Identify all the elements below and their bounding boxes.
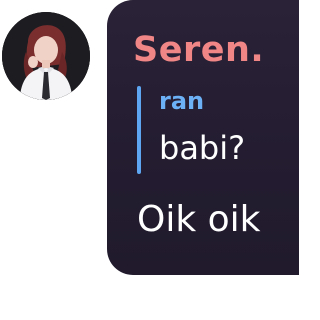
message-bubble[interactable]: Seren. ran babi? Oik oik [107,0,299,275]
avatar[interactable] [2,12,90,100]
message-text: Oik oik [137,199,261,240]
reply-quote-bar [137,86,141,174]
reply-author: ran [159,87,205,115]
message-author[interactable]: Seren. [133,28,264,72]
reply-quote[interactable]: ran babi? [137,84,287,176]
avatar-photo [2,12,90,100]
reply-text: babi? [159,129,246,167]
